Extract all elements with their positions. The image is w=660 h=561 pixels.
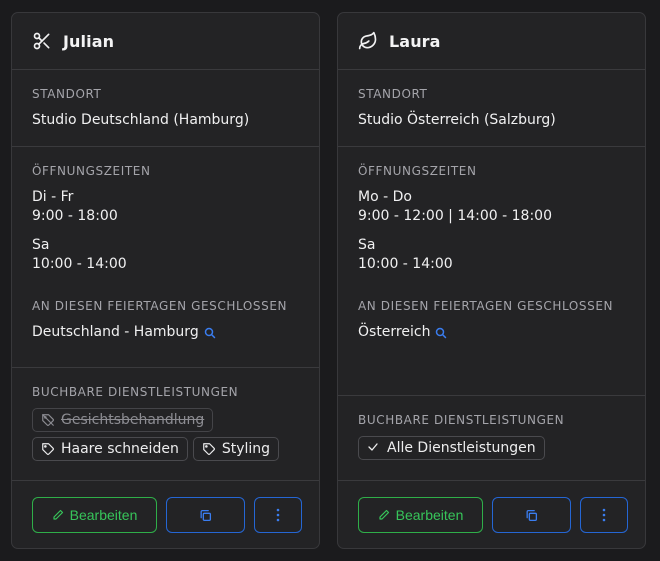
hours-times: 9:00 - 18:00: [32, 208, 118, 224]
service-label: Gesichtsbehandlung: [61, 412, 205, 428]
edit-button[interactable]: Bearbeiten: [32, 497, 157, 533]
leaf-icon: [358, 31, 378, 51]
service-chip[interactable]: Alle Dienstleistungen: [358, 436, 545, 460]
hours-label: ÖFFNUNGSZEITEN: [32, 164, 151, 178]
services-section: BUCHBARE DIENSTLEISTUNGEN Alle Dienstlei…: [338, 396, 645, 481]
search-icon[interactable]: [204, 327, 216, 339]
location-section: STANDORT Studio Österreich (Salzburg): [338, 70, 645, 147]
service-chip[interactable]: Gesichtsbehandlung: [32, 408, 214, 432]
duplicate-button[interactable]: [166, 497, 245, 533]
more-options-button[interactable]: [580, 497, 628, 533]
copy-icon: [199, 509, 212, 522]
hours-times: 10:00 - 14:00: [358, 256, 453, 272]
hours-block: Di - Fr 9:00 - 18:00: [32, 188, 299, 226]
service-chip[interactable]: Styling: [192, 437, 280, 461]
services-list: Gesichtsbehandlung Haare schneiden Styli…: [32, 408, 299, 461]
card-actions: Bearbeiten: [32, 497, 302, 533]
edit-button[interactable]: Bearbeiten: [358, 497, 483, 533]
hours-block: Sa 10:00 - 14:00: [32, 236, 299, 274]
location-label: STANDORT: [358, 87, 428, 101]
holidays-region: Deutschland - Hamburg: [32, 324, 199, 340]
hours-days: Di - Fr: [32, 189, 74, 205]
services-label: BUCHBARE DIENSTLEISTUNGEN: [358, 413, 565, 427]
card-header: Laura: [338, 13, 645, 70]
hours-days: Sa: [32, 237, 50, 253]
location-value: Studio Deutschland (Hamburg): [32, 112, 250, 128]
hours-section: ÖFFNUNGSZEITEN Di - Fr 9:00 - 18:00 Sa 1…: [12, 147, 319, 368]
staff-name: Laura: [389, 31, 441, 51]
more-vertical-icon: [276, 508, 280, 522]
edit-button-label: Bearbeiten: [69, 507, 138, 523]
hours-days: Mo - Do: [358, 189, 412, 205]
copy-icon: [525, 509, 538, 522]
card-header: Julian: [12, 13, 319, 70]
scissors-icon: [32, 31, 52, 51]
tag-icon: [41, 413, 55, 427]
search-icon[interactable]: [435, 327, 447, 339]
check-icon: [367, 441, 381, 455]
service-label: Haare schneiden: [61, 441, 179, 457]
hours-times: 10:00 - 14:00: [32, 256, 127, 272]
services-list: Alle Dienstleistungen: [358, 436, 625, 460]
service-chip[interactable]: Haare schneiden: [32, 437, 188, 461]
more-vertical-icon: [602, 508, 606, 522]
staff-card-laura: Laura STANDORT Studio Österreich (Salzbu…: [337, 12, 646, 549]
hours-block: Mo - Do 9:00 - 12:00 | 14:00 - 18:00: [358, 188, 625, 226]
hours-days: Sa: [358, 237, 376, 253]
hours-block: Sa 10:00 - 14:00: [358, 236, 625, 274]
edit-button-label: Bearbeiten: [395, 507, 464, 523]
duplicate-button[interactable]: [492, 497, 571, 533]
hours-label: ÖFFNUNGSZEITEN: [358, 164, 477, 178]
service-label: Styling: [221, 441, 271, 457]
services-label: BUCHBARE DIENSTLEISTUNGEN: [32, 385, 239, 399]
hours-section: ÖFFNUNGSZEITEN Mo - Do 9:00 - 12:00 | 14…: [338, 147, 645, 396]
services-section: BUCHBARE DIENSTLEISTUNGEN Gesichtsbehand…: [12, 368, 319, 481]
tag-icon: [41, 442, 55, 456]
holidays-value: Deutschland - Hamburg: [32, 323, 299, 342]
holidays-label: AN DIESEN FEIERTAGEN GESCHLOSSEN: [32, 299, 288, 313]
pencil-icon: [378, 509, 390, 521]
holidays-label: AN DIESEN FEIERTAGEN GESCHLOSSEN: [358, 299, 614, 313]
location-value: Studio Österreich (Salzburg): [358, 112, 556, 128]
staff-name: Julian: [63, 31, 115, 51]
location-section: STANDORT Studio Deutschland (Hamburg): [12, 70, 319, 147]
pencil-icon: [52, 509, 64, 521]
holidays-value: Österreich: [358, 323, 625, 342]
tag-icon: [202, 442, 216, 456]
hours-times: 9:00 - 12:00 | 14:00 - 18:00: [358, 208, 552, 224]
service-label: Alle Dienstleistungen: [387, 440, 536, 456]
location-label: STANDORT: [32, 87, 102, 101]
more-options-button[interactable]: [254, 497, 302, 533]
staff-card-julian: Julian STANDORT Studio Deutschland (Hamb…: [11, 12, 320, 549]
card-actions: Bearbeiten: [358, 497, 628, 533]
holidays-region: Österreich: [358, 324, 431, 340]
